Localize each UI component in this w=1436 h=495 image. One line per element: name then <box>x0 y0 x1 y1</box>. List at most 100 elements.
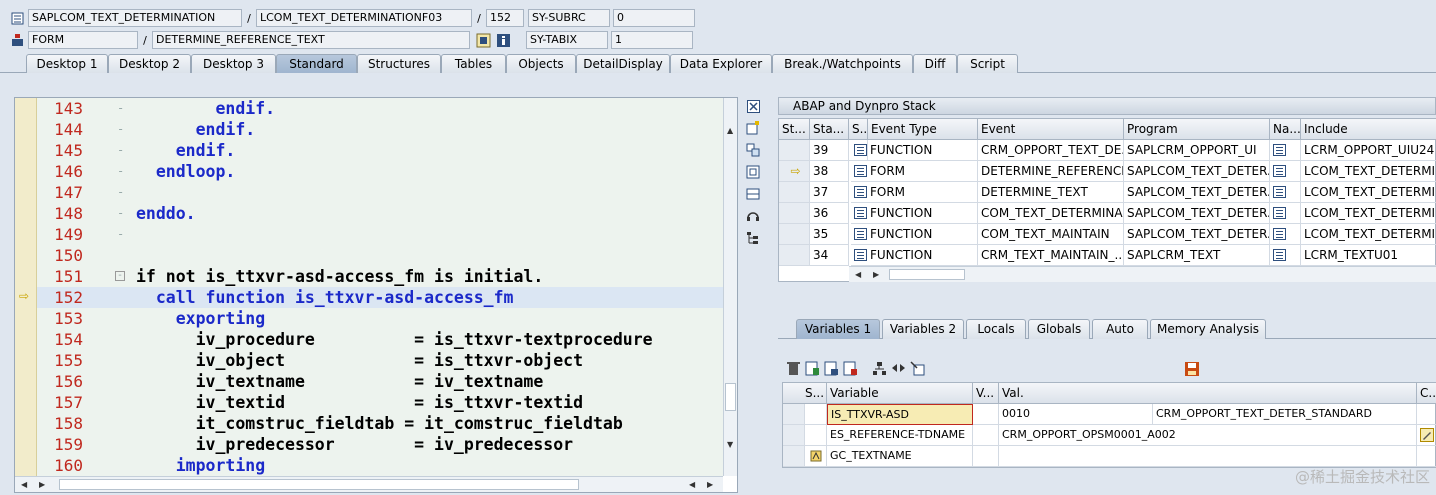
scroll-right-end-icon[interactable]: ▶ <box>707 480 713 489</box>
variables-table[interactable]: S... Variable V... Val. C... IS_TTXVR-AS… <box>782 382 1436 468</box>
tab-variables-1[interactable]: Variables 1 <box>796 319 880 339</box>
scroll-down-icon[interactable]: ▼ <box>727 440 733 449</box>
code-line: 149- <box>54 225 125 244</box>
tab-objects[interactable]: Objects <box>506 54 576 73</box>
close-icon[interactable] <box>744 97 762 115</box>
debugger-tabbar: Desktop 1 Desktop 2 Desktop 3 Standard S… <box>0 52 1436 73</box>
current-line-arrow-icon: ⇨ <box>19 289 30 303</box>
tab-script[interactable]: Script <box>957 54 1018 73</box>
variable-name-field[interactable]: ES_REFERENCE-TDNAME <box>827 425 973 446</box>
variable-row[interactable]: ES_REFERENCE-TDNAME CRM_OPPORT_OPSM0001_… <box>783 425 1436 446</box>
editor-horizontal-scrollbar[interactable]: ◀ ▶ ◀ ▶ <box>15 476 723 492</box>
form-type-icon <box>854 165 867 177</box>
import-icon[interactable] <box>824 361 839 379</box>
tab-detail-display[interactable]: DetailDisplay <box>576 54 670 73</box>
tab-standard[interactable]: Standard <box>276 54 357 73</box>
reference-icon[interactable] <box>910 361 925 379</box>
tab-auto[interactable]: Auto <box>1092 319 1148 339</box>
scroll-up-icon[interactable]: ▲ <box>727 126 733 135</box>
stack-row[interactable]: 35 FUNCTION COM_TEXT_MAINTAIN SAPLCOM_TE… <box>779 224 1436 245</box>
stack-row[interactable]: 36 FUNCTION COM_TEXT_DETERMINA... SAPLCO… <box>779 203 1436 224</box>
subrc-value[interactable]: 0 <box>613 9 695 27</box>
export-icon[interactable] <box>805 361 820 379</box>
h-scroll-thumb[interactable] <box>889 269 965 280</box>
line-field[interactable]: 152 <box>486 9 524 27</box>
column-header[interactable]: Sta... <box>810 119 849 140</box>
hierarchy-icon[interactable] <box>872 361 887 379</box>
tab-structures[interactable]: Structures <box>357 54 441 73</box>
tab-memory-analysis[interactable]: Memory Analysis <box>1150 319 1266 339</box>
event-type-field[interactable]: FORM <box>28 31 138 49</box>
code-line: 159 iv_predecessor = iv_predecessor <box>54 435 574 454</box>
code-line: 151- if not is_ttxvr-asd-access_fm is ini… <box>54 267 544 286</box>
swap-tool-icon[interactable] <box>744 141 762 159</box>
code-area[interactable]: 143- endif. 144- endif. 145- endif. 146-… <box>37 98 723 476</box>
column-header[interactable]: Na... <box>1270 119 1301 140</box>
variable-name-field[interactable]: IS_TTXVR-ASD <box>827 404 973 425</box>
column-header[interactable]: Variable <box>827 383 973 404</box>
navigate-icon[interactable] <box>474 31 492 49</box>
tab-breakpoints[interactable]: Break./Watchpoints <box>772 54 913 73</box>
tabix-value[interactable]: 1 <box>611 31 693 49</box>
tree-tool-icon[interactable] <box>744 229 762 247</box>
stack-horizontal-scrollbar[interactable]: ◀ ▶ <box>849 266 1436 282</box>
column-header[interactable]: S... <box>783 383 827 404</box>
tab-globals[interactable]: Globals <box>1028 319 1090 339</box>
column-header[interactable]: Program <box>1124 119 1270 140</box>
watermark: @稀土掘金技术社区 <box>1294 468 1430 486</box>
stack-row[interactable]: 39 FUNCTION CRM_OPPORT_TEXT_DE... SAPLCR… <box>779 140 1436 161</box>
stack-panel-title: ABAP and Dynpro Stack <box>778 97 1436 115</box>
tab-diff[interactable]: Diff <box>913 54 957 73</box>
navigate-source-icon <box>1273 207 1286 219</box>
info-icon[interactable] <box>494 31 512 49</box>
tab-variables-2[interactable]: Variables 2 <box>882 319 964 339</box>
layout-save-icon[interactable] <box>843 361 858 379</box>
program-field[interactable]: SAPLCOM_TEXT_DETERMINATION <box>28 9 242 27</box>
edit-pencil-icon[interactable] <box>1417 425 1436 446</box>
tab-tables[interactable]: Tables <box>441 54 506 73</box>
tab-locals[interactable]: Locals <box>966 319 1026 339</box>
column-header[interactable]: Val. <box>999 383 1417 404</box>
column-header[interactable]: C... <box>1417 383 1436 404</box>
breakpoint-gutter[interactable]: ⇨ <box>15 98 37 476</box>
navigate-arrows-icon[interactable] <box>891 361 906 379</box>
tab-desktop-1[interactable]: Desktop 1 <box>26 54 108 73</box>
stack-row-current[interactable]: ⇨ 38 FORM DETERMINE_REFERENCE... SAPLCOM… <box>779 161 1436 182</box>
variable-row[interactable]: GC_TEXTNAME <box>783 446 1436 467</box>
column-header[interactable]: Event Type <box>868 119 978 140</box>
stack-row[interactable]: 34 FUNCTION CRM_TEXT_MAINTAIN_... SAPLCR… <box>779 245 1436 266</box>
column-header[interactable]: Event <box>978 119 1124 140</box>
column-header[interactable]: St... <box>779 119 810 140</box>
scroll-left-icon[interactable]: ◀ <box>21 480 27 489</box>
tab-desktop-3[interactable]: Desktop 3 <box>191 54 276 73</box>
program-icon <box>8 9 26 27</box>
include-field[interactable]: LCOM_TEXT_DETERMINATIONF03 <box>256 9 472 27</box>
save-icon[interactable] <box>1184 361 1200 380</box>
scroll-right-icon[interactable]: ▶ <box>873 270 879 279</box>
event-name-field[interactable]: DETERMINE_REFERENCE_TEXT <box>152 31 470 49</box>
variable-name-field[interactable]: GC_TEXTNAME <box>827 446 973 467</box>
column-header[interactable]: Include <box>1301 119 1436 140</box>
tab-data-explorer[interactable]: Data Explorer <box>670 54 772 73</box>
scroll-left-icon[interactable]: ◀ <box>855 270 861 279</box>
navigate-source-icon <box>1273 186 1286 198</box>
stack-row[interactable]: 37 FORM DETERMINE_TEXT SAPLCOM_TEXT_DETE… <box>779 182 1436 203</box>
stack-table[interactable]: St... Sta... S... Event Type Event Progr… <box>778 118 1436 282</box>
maximize-icon[interactable] <box>744 163 762 181</box>
layout-icon[interactable] <box>744 185 762 203</box>
editor-vertical-scrollbar[interactable]: ▲ ▼ <box>723 98 737 476</box>
scroll-thumb[interactable] <box>725 383 736 411</box>
code-line: 147- <box>54 183 125 202</box>
column-header[interactable]: S... <box>849 119 868 140</box>
column-header[interactable]: V... <box>973 383 999 404</box>
form-icon <box>8 31 26 49</box>
source-code-editor[interactable]: ⇨ 143- endif. 144- endif. 145- endif. 14… <box>14 97 738 493</box>
variable-row[interactable]: IS_TTXVR-ASD 0010 CRM_OPPORT_TEXT_DETER_… <box>783 404 1436 425</box>
scroll-left-end-icon[interactable]: ◀ <box>689 480 695 489</box>
scroll-right-icon[interactable]: ▶ <box>39 480 45 489</box>
services-icon[interactable] <box>744 207 762 225</box>
h-scroll-thumb[interactable] <box>59 479 579 490</box>
delete-icon[interactable] <box>786 361 801 379</box>
tab-desktop-2[interactable]: Desktop 2 <box>108 54 191 73</box>
new-tool-icon[interactable] <box>744 119 762 137</box>
